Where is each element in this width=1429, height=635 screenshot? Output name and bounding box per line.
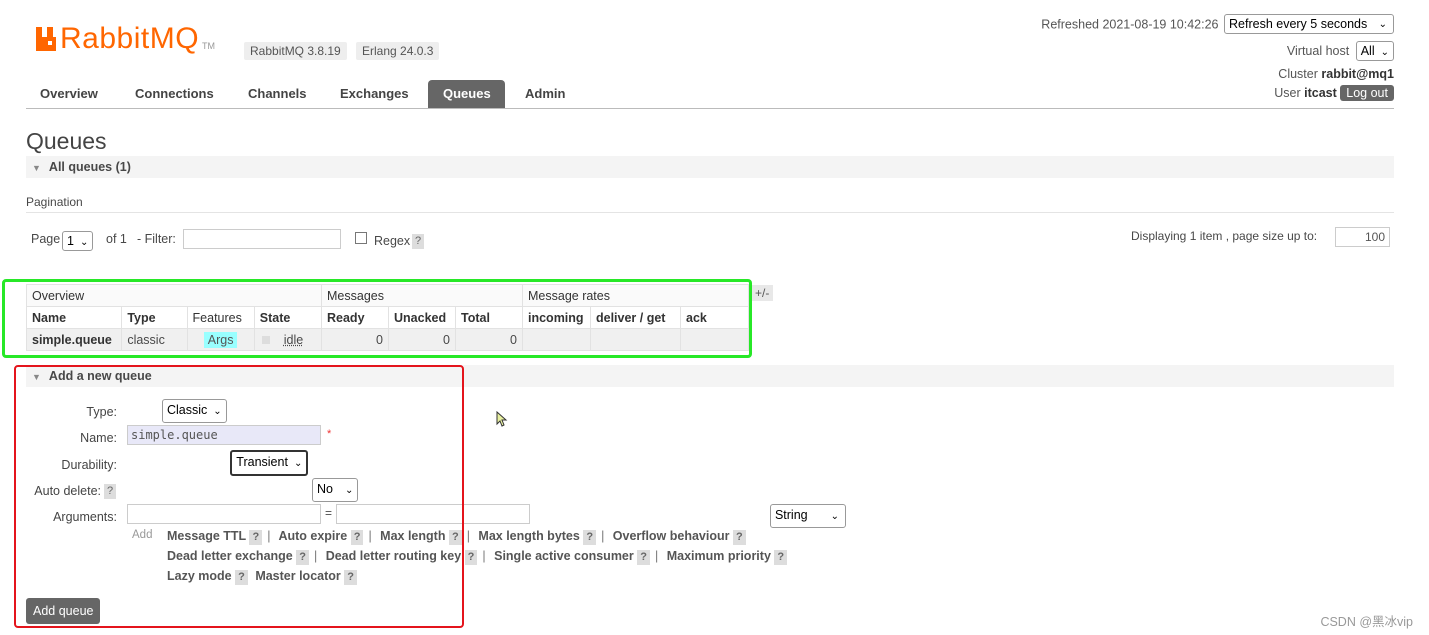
pagination-label: Pagination: [26, 195, 83, 209]
highlight-box-red: [14, 365, 464, 628]
page-select[interactable]: 1 ⌄: [62, 231, 94, 251]
highlight-box-green: [2, 279, 752, 358]
tab-connections[interactable]: Connections: [128, 80, 236, 108]
user-label: User: [1274, 86, 1301, 100]
chevron-down-icon: ⌄: [830, 511, 839, 522]
virtual-host-select[interactable]: All ⌄: [1355, 41, 1394, 61]
watermark: CSDN @黑冰vip: [1320, 615, 1413, 629]
help-button[interactable]: ?: [583, 530, 597, 545]
tab-admin[interactable]: Admin: [505, 80, 585, 108]
tab-overview[interactable]: Overview: [26, 80, 128, 108]
arg-link-single-active-consumer[interactable]: Single active consumer: [494, 549, 634, 563]
displaying-text: Displaying 1 item , page size up to:: [1131, 229, 1318, 243]
logo-text: RabbitMQ: [60, 22, 200, 55]
virtual-host-label: Virtual host: [1286, 44, 1350, 58]
rabbit-logo-icon: [36, 27, 56, 51]
tab-divider: [26, 108, 1394, 109]
tab-channels[interactable]: Channels: [236, 80, 330, 108]
collapse-triangle-icon: ▼: [32, 163, 41, 173]
all-queues-label: All queues (1): [48, 160, 131, 174]
user-row: User itcast Log out: [1274, 85, 1394, 101]
pagination-divider: [26, 212, 1394, 213]
arg-link-maximum-priority[interactable]: Maximum priority: [667, 549, 771, 563]
cluster-row: Cluster rabbit@mq1: [1278, 67, 1394, 81]
tab-exchanges[interactable]: Exchanges: [330, 80, 428, 108]
rabbitmq-logo: RabbitMQ TM: [36, 22, 215, 56]
logo-tm: TM: [202, 41, 216, 51]
help-button[interactable]: ?: [464, 550, 478, 565]
help-button[interactable]: ?: [637, 550, 650, 565]
arg-link-max-length-bytes[interactable]: Max length bytes: [478, 529, 579, 543]
all-queues-section[interactable]: ▼ All queues (1): [26, 156, 1394, 178]
arg-link-overflow-behaviour[interactable]: Overflow behaviour: [613, 529, 730, 543]
help-button[interactable]: ?: [732, 530, 746, 545]
page-of: of 1: [106, 232, 127, 246]
regex-label: Regex: [374, 234, 411, 248]
erlang-badge: Erlang 24.0.3: [356, 42, 440, 60]
filter-input[interactable]: [183, 229, 341, 249]
column-toggle-button[interactable]: +/-: [751, 285, 774, 301]
cluster-label: Cluster: [1278, 67, 1318, 81]
main-tabs: Overview Connections Channels Exchanges …: [26, 80, 585, 108]
filter-label: - Filter:: [137, 232, 176, 246]
user-value: itcast: [1304, 86, 1337, 100]
cluster-value: rabbit@mq1: [1321, 67, 1394, 81]
chevron-down-icon: ⌄: [79, 237, 89, 248]
page-title: Queues: [26, 128, 107, 154]
chevron-down-icon: ⌄: [1380, 47, 1389, 58]
regex-help-button[interactable]: ?: [412, 234, 425, 249]
chevron-down-icon: ⌄: [1378, 19, 1387, 30]
refreshed-text: Refreshed 2021-08-19 10:42:26: [1041, 17, 1219, 32]
page-size-input[interactable]: 100: [1335, 227, 1390, 247]
logout-button[interactable]: Log out: [1340, 85, 1394, 101]
version-badge: RabbitMQ 3.8.19: [244, 42, 347, 60]
tab-queues[interactable]: Queues: [428, 80, 505, 108]
argument-type-select[interactable]: String ⌄: [769, 504, 846, 528]
virtual-host-row: Virtual host All ⌄: [1287, 41, 1394, 61]
mouse-cursor-icon: [496, 411, 508, 427]
regex-checkbox[interactable]: [355, 232, 367, 244]
refresh-info: Refreshed 2021-08-19 10:42:26 Refresh ev…: [1041, 14, 1394, 34]
page-label: Page: [31, 232, 61, 246]
refresh-select[interactable]: Refresh every 5 seconds ⌄: [1224, 14, 1394, 34]
help-button[interactable]: ?: [774, 550, 788, 565]
